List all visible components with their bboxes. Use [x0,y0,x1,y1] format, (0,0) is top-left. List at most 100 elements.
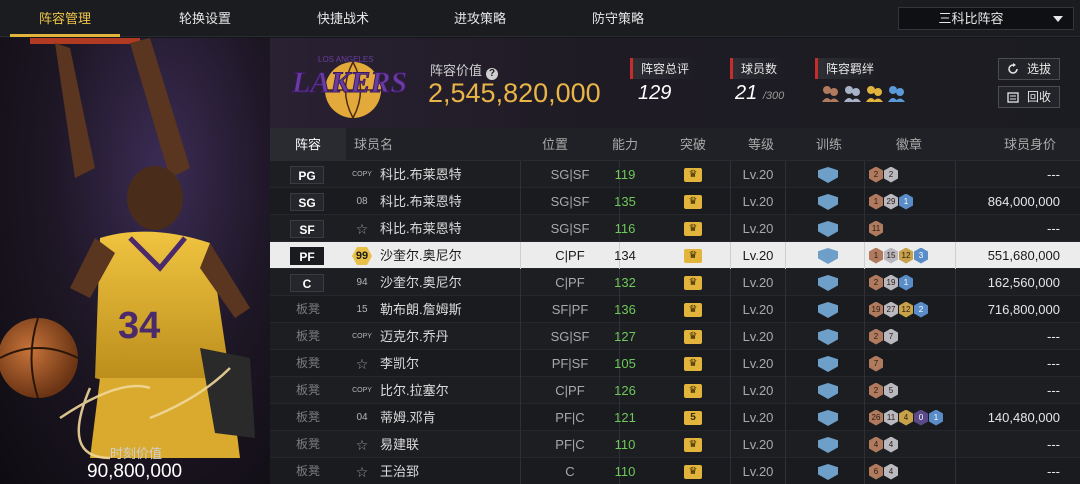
player-name: 蒂姆.邓肯 [380,410,436,425]
badge-icon: 29 [884,193,898,210]
player-level: Lv.20 [730,188,786,215]
training-icon[interactable] [818,248,838,264]
training-icon[interactable] [818,194,838,210]
col-header-training[interactable]: 训练 [816,128,842,161]
breakthrough-icon: ♛ [684,357,702,371]
badge-icon: 12 [899,247,913,264]
badge-icon: 4 [884,463,898,480]
select-button-label: 选拔 [1026,62,1051,76]
col-header-ability[interactable]: 能力 [612,128,638,161]
table-row[interactable]: 板凳 15 勒布朗.詹姆斯 SF|PF 136 ♛ Lv.20 19 27 12 2 … [270,296,1080,323]
breakthrough-icon: ♛ [684,438,702,452]
player-ability: 116 [614,221,636,236]
badge-list: 22 [864,161,956,188]
badge-list: 19 27 12 2 [864,296,956,323]
col-header-level[interactable]: 等级 [748,128,774,161]
training-icon[interactable] [818,410,838,426]
tab-quick-tactics[interactable]: 快捷战术 [288,0,398,37]
player-value: --- [1047,464,1060,479]
training-icon[interactable] [818,356,838,372]
bond-icon-blue[interactable] [886,84,906,104]
badge-icon: 2 [914,301,928,318]
select-button[interactable]: 选拔 [998,58,1060,80]
roster-table: 阵容 球员名 位置 能力 突破 等级 训练 徽章 球员身价 PG COPY 科比… [270,128,1080,484]
table-row[interactable]: SF ☆ 科比.布莱恩特 SG|SF 116 ♛ Lv.20 11 --- [270,215,1080,242]
player-name: 科比.布莱恩特 [380,194,462,209]
badge-icon: 2 [869,166,883,183]
training-icon[interactable] [818,464,838,480]
player-level: Lv.20 [730,296,786,323]
lineup-dropdown[interactable]: 三科比阵容 [898,7,1074,30]
col-header-badges[interactable]: 徽章 [896,128,922,161]
jersey-number: 34 [118,305,160,347]
player-count-label: 球员数 [730,58,786,79]
table-row[interactable]: 板凳 COPY 迈克尔.乔丹 SG|SF 127 ♛ Lv.20 27 --- [270,323,1080,350]
overall-rating-value: 129 [638,82,672,104]
bond-icon-gold[interactable] [864,84,884,104]
bond-icon-silver[interactable] [842,84,862,104]
player-count-value: 21 [735,82,758,104]
player-name: 沙奎尔.奥尼尔 [380,248,462,263]
tab-defense-strategy[interactable]: 防守策略 [563,0,673,37]
badge-icon: 4 [869,436,883,453]
training-icon[interactable] [818,167,838,183]
col-header-name[interactable]: 球员名 [354,128,393,161]
tab-offense-strategy[interactable]: 进攻策略 [425,0,535,37]
slot-bench: 板凳 [296,302,321,316]
copy-badge: COPY [352,333,372,340]
badge-icon: 27 [884,301,898,318]
table-row[interactable]: PF 99 沙奎尔.奥尼尔 C|PF 134 ♛ Lv.20 1 15 12 3 55… [270,242,1080,269]
player-portrait-panel[interactable]: 34 时刻价值 90,800,000 [0,38,270,484]
table-row[interactable]: 板凳 ☆ 王治郅 C 110 ♛ Lv.20 64 --- [270,458,1080,484]
player-level: Lv.20 [730,269,786,296]
player-value: --- [1047,437,1060,452]
table-row[interactable]: C 94 沙奎尔.奥尼尔 C|PF 132 ♛ Lv.20 2 19 1 162,5… [270,269,1080,296]
slot-bench: 板凳 [296,356,321,370]
star-icon: ☆ [355,221,369,237]
table-row[interactable]: 板凳 ☆ 李凯尔 PF|SF 105 ♛ Lv.20 7 --- [270,350,1080,377]
badge-list: 11 [864,215,956,242]
tab-rotation-settings[interactable]: 轮换设置 [150,0,260,37]
player-value: 716,800,000 [987,302,1060,317]
player-ability: 136 [614,302,636,317]
table-row[interactable]: 板凳 ☆ 易建联 PF|C 110 ♛ Lv.20 44 --- [270,431,1080,458]
col-header-breakthrough[interactable]: 突破 [680,128,706,161]
badge-icon: 2 [869,274,883,291]
logo-subtext: LOS ANGELES [318,55,374,64]
recycle-icon [1007,92,1019,103]
training-icon[interactable] [818,275,838,291]
overall-rating-label: 阵容总评 [630,58,698,79]
bond-icons[interactable] [820,84,906,104]
copy-badge: COPY [352,171,372,178]
player-name: 科比.布莱恩特 [380,167,462,182]
player-value: 864,000,000 [987,194,1060,209]
col-header-slot[interactable]: 阵容 [270,128,346,161]
star-icon: ☆ [355,464,369,480]
basketball-icon [0,318,78,398]
badge-icon: 6 [869,463,883,480]
player-level: Lv.20 [730,242,786,269]
recycle-button[interactable]: 回收 [998,86,1060,108]
player-name: 勒布朗.詹姆斯 [380,302,462,317]
training-icon[interactable] [818,383,838,399]
player-value: --- [1047,383,1060,398]
player-ability: 132 [614,275,636,290]
lineup-bond-label: 阵容羁绊 [815,58,883,79]
table-row[interactable]: 板凳 COPY 比尔.拉塞尔 C|PF 126 ♛ Lv.20 25 --- [270,377,1080,404]
table-row[interactable]: SG 08 科比.布莱恩特 SG|SF 135 ♛ Lv.20 1 29 1 864… [270,188,1080,215]
col-header-position[interactable]: 位置 [542,128,568,161]
training-icon[interactable] [818,221,838,237]
training-icon[interactable] [818,437,838,453]
col-header-value[interactable]: 球员身价 [1004,128,1056,161]
training-icon[interactable] [818,302,838,318]
tab-lineup-management[interactable]: 阵容管理 [10,0,120,37]
slot-bench: 板凳 [296,329,321,343]
lineup-value-label-text: 阵容价值 [430,63,483,78]
table-row[interactable]: 板凳 04 蒂姆.邓肯 PF|C 121 5 Lv.20 26 11 4 0 1 140… [270,404,1080,431]
player-count-max: /300 [762,90,785,102]
bond-icon-bronze[interactable] [820,84,840,104]
table-row[interactable]: PG COPY 科比.布莱恩特 SG|SF 119 ♛ Lv.20 22 --- [270,161,1080,188]
training-icon[interactable] [818,329,838,345]
player-value: --- [1047,167,1060,182]
player-value: --- [1047,221,1060,236]
